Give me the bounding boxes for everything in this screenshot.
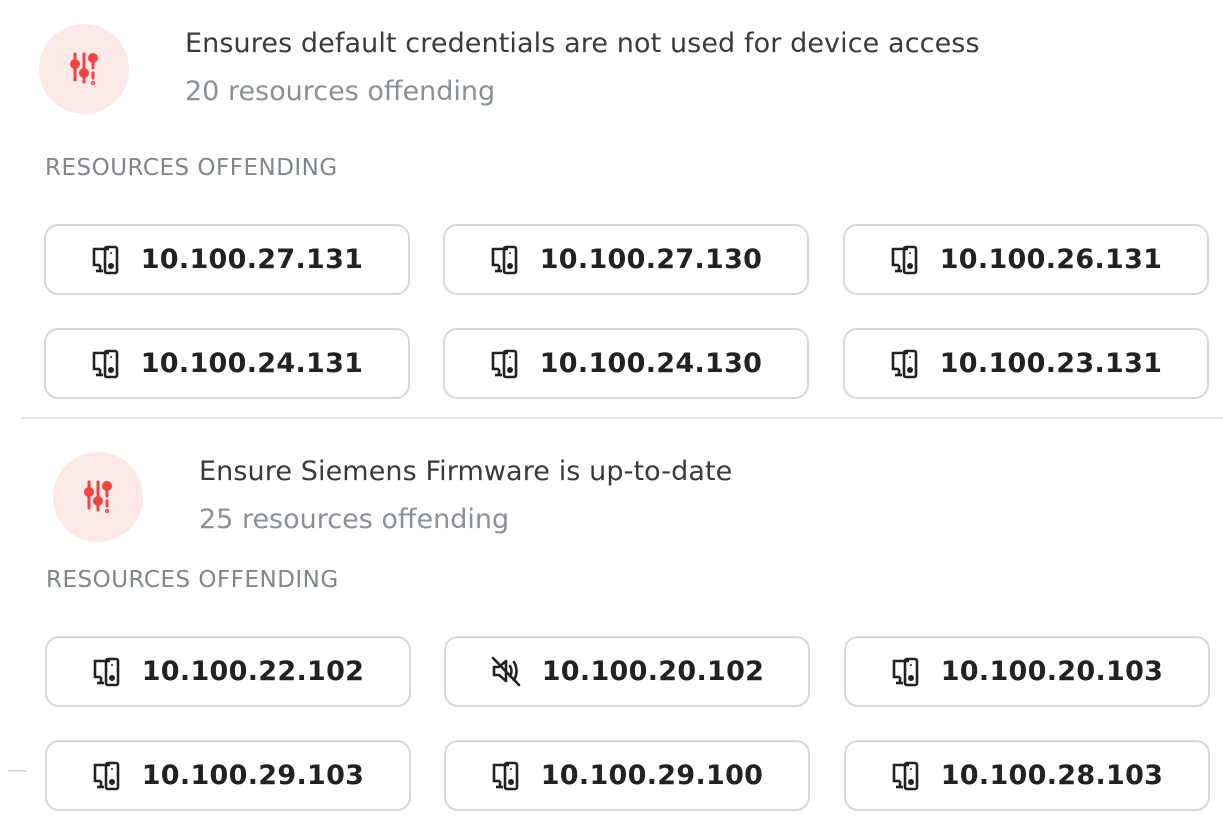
resource-ip: 10.100.20.103 <box>940 656 1164 687</box>
resource-ip: 10.100.22.102 <box>141 656 365 687</box>
resource-chip[interactable]: 10.100.24.130 <box>443 328 809 399</box>
resource-chip[interactable]: 10.100.28.103 <box>844 740 1210 811</box>
resource-chip[interactable]: 10.100.27.131 <box>44 224 410 295</box>
resource-ip: 10.100.27.131 <box>140 244 364 275</box>
policy-title: Ensure Siemens Firmware is up-to-date <box>199 456 733 487</box>
devices-icon <box>491 245 518 274</box>
resource-chip[interactable]: 10.100.23.131 <box>843 328 1209 399</box>
resources-label: RESOURCES OFFENDING <box>45 155 338 181</box>
policy-icon-circle <box>39 24 129 114</box>
resource-chip[interactable]: 10.100.24.131 <box>44 328 410 399</box>
resource-ip: 10.100.29.100 <box>540 760 764 791</box>
resource-chip[interactable]: 10.100.29.100 <box>444 740 810 811</box>
resource-chip[interactable]: 10.100.29.103 <box>45 740 411 811</box>
resource-chip[interactable]: 10.100.20.103 <box>844 636 1210 707</box>
devices-icon <box>892 761 919 790</box>
resource-chip[interactable]: 10.100.20.102 <box>444 636 810 707</box>
devices-icon <box>891 349 918 378</box>
resource-ip: 10.100.24.130 <box>539 348 763 379</box>
policy-subtitle: 25 resources offending <box>199 504 510 535</box>
tree-connector-line <box>8 770 27 772</box>
resource-ip: 10.100.23.131 <box>939 348 1163 379</box>
devices-icon <box>92 349 119 378</box>
policy-title: Ensures default credentials are not used… <box>185 28 980 59</box>
resource-ip: 10.100.20.102 <box>541 656 765 687</box>
devices-icon <box>491 349 518 378</box>
devices-icon <box>891 245 918 274</box>
section-divider <box>21 417 1223 419</box>
speaker-muted-icon <box>491 656 521 686</box>
devices-icon <box>892 657 919 686</box>
resource-ip: 10.100.24.131 <box>140 348 364 379</box>
resource-ip: 10.100.27.130 <box>539 244 763 275</box>
devices-icon <box>92 245 119 274</box>
policy-subtitle: 20 resources offending <box>185 76 496 107</box>
sliders-alert-icon <box>84 480 112 514</box>
devices-icon <box>93 657 120 686</box>
sliders-alert-icon <box>70 52 98 86</box>
devices-icon <box>492 761 519 790</box>
devices-icon <box>93 761 120 790</box>
resource-ip: 10.100.29.103 <box>141 760 365 791</box>
resource-chip[interactable]: 10.100.27.130 <box>443 224 809 295</box>
resource-chip[interactable]: 10.100.26.131 <box>843 224 1209 295</box>
resources-label: RESOURCES OFFENDING <box>46 567 339 593</box>
resource-ip: 10.100.28.103 <box>940 760 1164 791</box>
policy-icon-circle <box>53 452 143 542</box>
resource-ip: 10.100.26.131 <box>939 244 1163 275</box>
resource-chip[interactable]: 10.100.22.102 <box>45 636 411 707</box>
